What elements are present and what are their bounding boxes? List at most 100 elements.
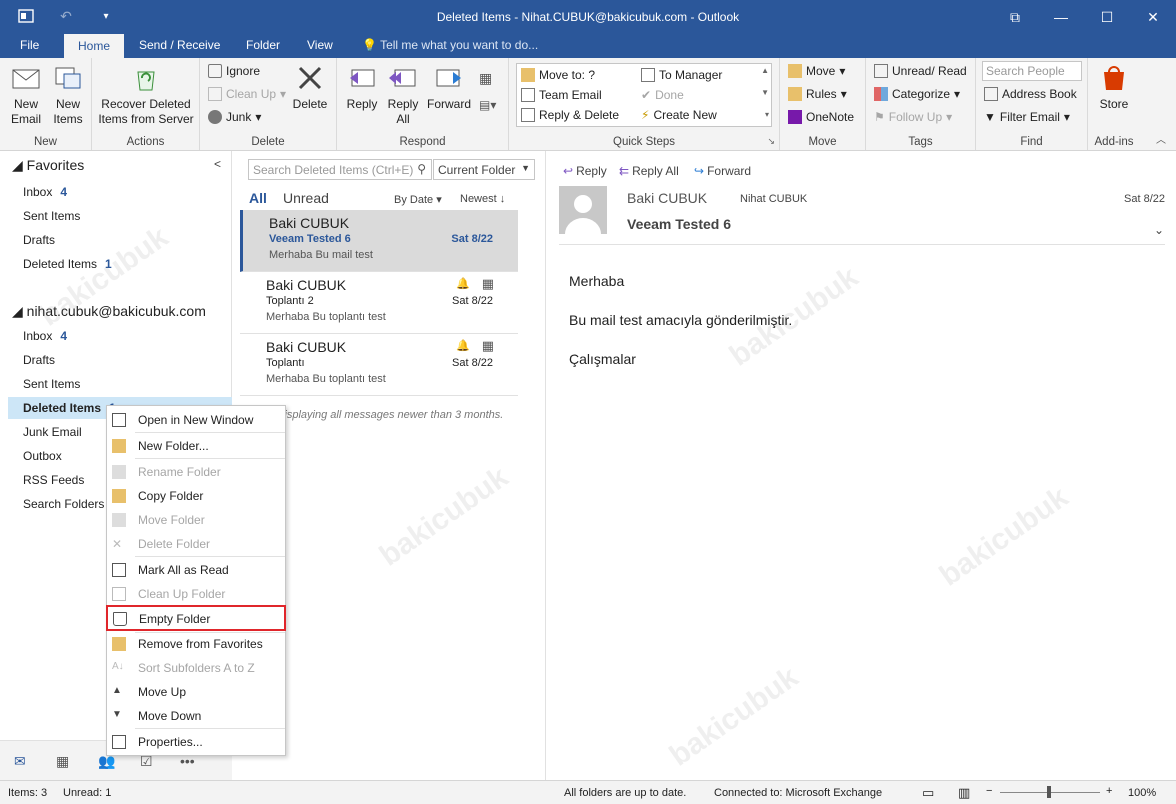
message-item[interactable]: Baki CUBUK 🔔 ▦ Toplantı Sat 8/22 Merhaba… (240, 334, 518, 396)
tell-me-box[interactable]: 💡 Tell me what you want to do... (362, 38, 538, 52)
cleanup-button[interactable]: Clean Up ▾ (208, 87, 286, 101)
qs-scroll-down-icon[interactable]: ▼ (761, 88, 769, 97)
folder-search-folders[interactable]: Search Folders (23, 497, 104, 511)
recipient-name[interactable]: Nihat CUBUK (740, 193, 807, 205)
restore-ribbon-icon[interactable]: ⧉ (992, 0, 1038, 34)
rules-button[interactable]: Rules ▾ (788, 87, 847, 101)
reply-button[interactable]: Reply (343, 62, 381, 112)
search-people-input[interactable]: Search People (982, 61, 1082, 81)
menu-properties[interactable]: Properties... (107, 731, 285, 753)
new-items-button[interactable]: New Items (48, 62, 88, 127)
meeting-icon[interactable]: ▦ (479, 70, 492, 87)
sort-order-toggle[interactable]: Newest ↓ (460, 193, 505, 205)
menu-move-up[interactable]: ▲ Move Up (107, 681, 285, 703)
menu-open-in-new-window[interactable]: Open in New Window (107, 409, 285, 431)
qs-to-manager[interactable]: To Manager (641, 68, 722, 82)
menu-rename-folder[interactable]: Rename Folder (107, 461, 285, 483)
close-icon[interactable]: ✕ (1130, 0, 1176, 34)
tab-view[interactable]: View (307, 38, 333, 52)
filter-unread[interactable]: Unread (283, 190, 329, 206)
tab-send-receive[interactable]: Send / Receive (139, 38, 220, 52)
account-header[interactable]: ◢ nihat.cubuk@bakicubuk.com (12, 303, 206, 320)
folder-junk-email[interactable]: Junk Email (23, 425, 82, 439)
calendar-icon[interactable]: ▦ (56, 753, 69, 770)
qs-create-new[interactable]: ⚡ Create New (641, 108, 717, 122)
search-mail-input[interactable]: Search Deleted Items (Ctrl+E) ⚲ (248, 159, 432, 180)
quick-steps-launcher-icon[interactable]: ↘ (767, 136, 775, 147)
funnel-icon: ▼ (984, 110, 996, 124)
folder-drafts[interactable]: Drafts (23, 353, 55, 367)
menu-sort-subfolders[interactable]: A↓ Sort Subfolders A to Z (107, 657, 285, 679)
sort-by-dropdown[interactable]: By Date ▾ (394, 193, 442, 206)
store-button[interactable]: Store (1094, 62, 1134, 112)
recover-deleted-button[interactable]: Recover Deleted Items from Server (98, 62, 194, 127)
message-item[interactable]: Baki CUBUK Veeam Tested 6 Sat 8/22 Merha… (240, 210, 518, 272)
menu-copy-folder[interactable]: Copy Folder (107, 485, 285, 507)
menu-delete-folder[interactable]: ✕ Delete Folder (107, 533, 285, 555)
reading-reply-button[interactable]: ↩ Reply (563, 164, 607, 178)
favorite-deleted-items[interactable]: Deleted Items 1 (23, 257, 112, 271)
menu-mark-all-read[interactable]: Mark All as Read (107, 559, 285, 581)
filter-all[interactable]: All (249, 190, 267, 206)
collapse-ribbon-icon[interactable]: ︿ (1156, 131, 1166, 146)
zoom-out-icon[interactable]: − (986, 785, 992, 797)
search-icon[interactable]: ⚲ (417, 162, 426, 176)
qs-reply-delete[interactable]: Reply & Delete (521, 108, 619, 122)
message-item[interactable]: Baki CUBUK 🔔 ▦ Toplantı 2 Sat 8/22 Merha… (240, 272, 518, 334)
qs-scroll-up-icon[interactable]: ▲ (761, 66, 769, 75)
zoom-in-icon[interactable]: + (1106, 785, 1112, 797)
normal-view-icon[interactable]: ▭ (922, 785, 934, 801)
folder-outbox[interactable]: Outbox (23, 449, 62, 463)
qs-done[interactable]: ✔ Done (641, 88, 684, 102)
folder-inbox[interactable]: Inbox 4 (23, 329, 67, 343)
menu-new-folder[interactable]: New Folder... (107, 435, 285, 457)
rename-folder-icon (112, 465, 126, 479)
search-scope-dropdown[interactable]: Current Folder ▼ (433, 159, 535, 180)
junk-button[interactable]: Junk ▾ (208, 110, 261, 124)
filter-email-button[interactable]: ▼ Filter Email ▾ (984, 110, 1070, 124)
favorite-sent-items[interactable]: Sent Items (23, 209, 80, 223)
title-bar: ↶ ▾ Deleted Items - Nihat.CUBUK@bakicubu… (0, 0, 1176, 34)
reply-all-button[interactable]: Reply All (383, 62, 423, 127)
minimize-icon[interactable]: — (1038, 0, 1084, 34)
maximize-icon[interactable]: ☐ (1084, 0, 1130, 34)
unread-read-button[interactable]: Unread/ Read (874, 64, 967, 78)
reading-reply-all-button[interactable]: ⇇ Reply All (619, 164, 679, 178)
new-email-button[interactable]: New Email (6, 62, 46, 127)
delete-x-icon (298, 66, 322, 90)
tab-file[interactable]: File (20, 38, 39, 52)
more-respond-icon[interactable]: ▤▾ (479, 98, 496, 112)
menu-empty-folder[interactable]: Empty Folder (106, 605, 286, 631)
move-button[interactable]: Move ▾ (788, 64, 845, 78)
follow-up-button[interactable]: ⚑ Follow Up ▾ (874, 110, 952, 124)
folder-rss-feeds[interactable]: RSS Feeds (23, 473, 84, 487)
folder-sent-items[interactable]: Sent Items (23, 377, 80, 391)
reading-view-icon[interactable]: ▥ (958, 785, 970, 801)
favorite-inbox[interactable]: Inbox 4 (23, 185, 67, 199)
qs-expand-icon[interactable]: ▾ (765, 110, 769, 119)
mail-icon[interactable]: ✉ (14, 753, 26, 770)
delete-button[interactable]: Delete (288, 62, 332, 112)
ignore-button[interactable]: Ignore (208, 64, 260, 78)
reading-pane: ↩ Reply ⇇ Reply All ↪ Forward Baki CUBUK Ni… (547, 151, 1176, 780)
folder-deleted-items[interactable]: Deleted Items1 (23, 401, 116, 415)
qs-team-email[interactable]: Team Email (521, 88, 602, 102)
sender-name[interactable]: Baki CUBUK (627, 190, 707, 206)
tab-folder[interactable]: Folder (246, 38, 280, 52)
reading-forward-button[interactable]: ↪ Forward (694, 164, 751, 178)
menu-move-folder[interactable]: Move Folder (107, 509, 285, 531)
address-book-button[interactable]: Address Book (984, 87, 1077, 101)
menu-move-down[interactable]: ▼ Move Down (107, 705, 285, 727)
menu-clean-up-folder[interactable]: Clean Up Folder (107, 583, 285, 605)
expand-header-icon[interactable]: ⌄ (1154, 223, 1164, 237)
favorite-drafts[interactable]: Drafts (23, 233, 55, 247)
collapse-folder-pane-icon[interactable]: < (214, 157, 221, 171)
tab-home[interactable]: Home (64, 34, 125, 58)
menu-remove-from-favorites[interactable]: Remove from Favorites (107, 633, 285, 655)
qs-move-to[interactable]: Move to: ? (521, 68, 595, 82)
favorites-header[interactable]: ◢ Favorites (12, 157, 84, 174)
forward-button[interactable]: Forward (425, 62, 473, 112)
onenote-button[interactable]: OneNote (788, 110, 854, 124)
zoom-slider-thumb[interactable] (1047, 786, 1051, 798)
categorize-button[interactable]: Categorize ▾ (874, 87, 960, 101)
